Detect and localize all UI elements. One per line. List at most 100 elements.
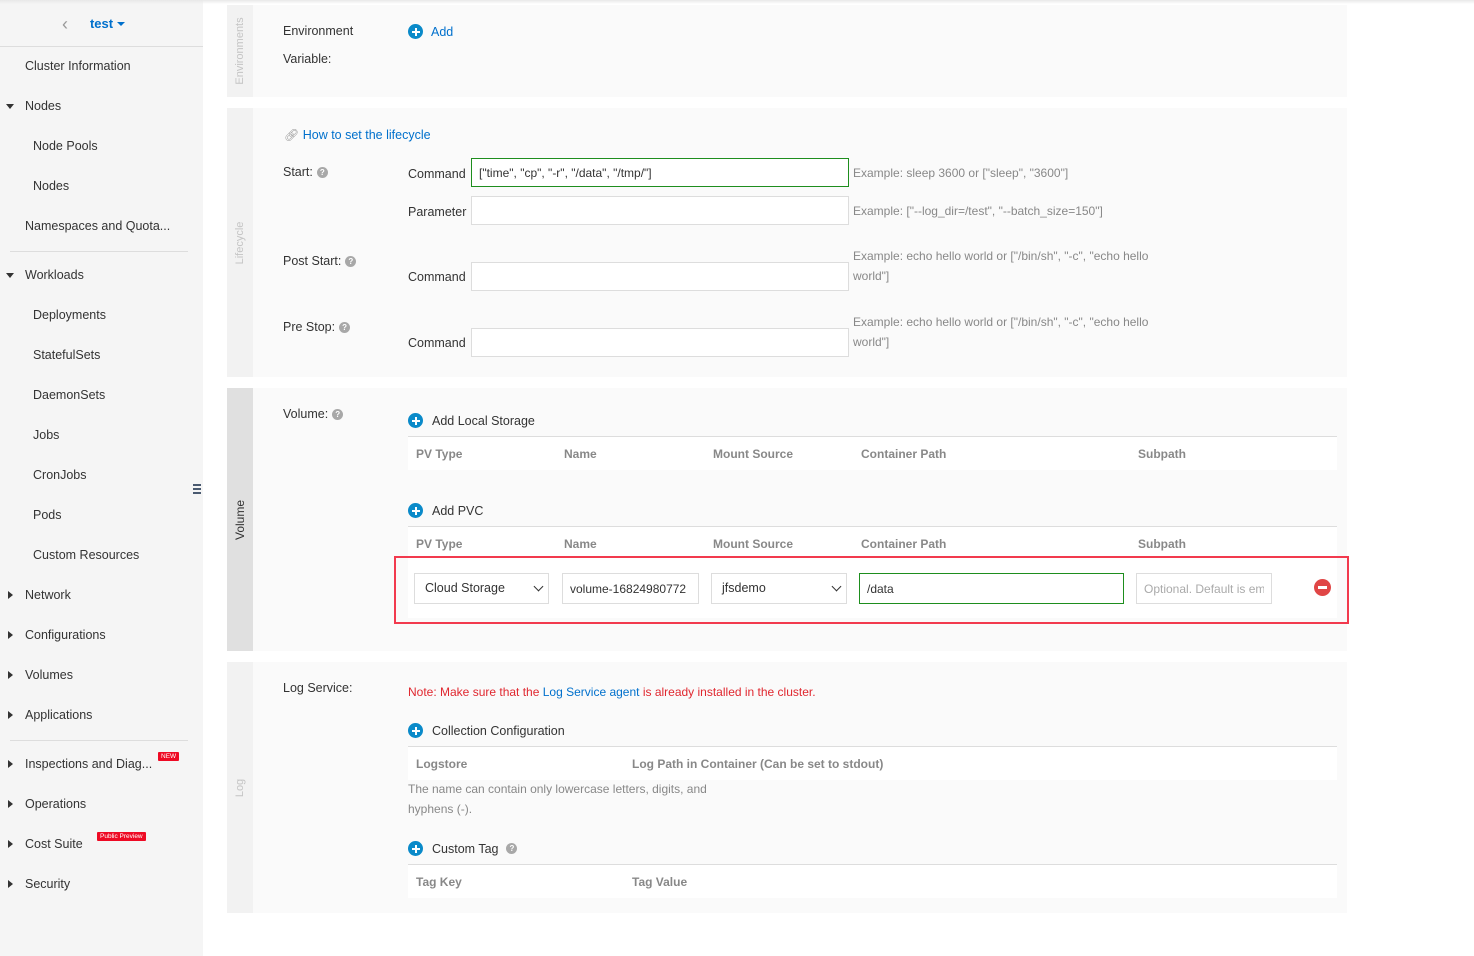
log-note-suffix: is already installed in the cluster. <box>639 685 816 699</box>
sidebar-item-volumes[interactable]: Volumes <box>25 668 73 682</box>
sidebar-item-nodes-group[interactable]: Nodes <box>25 99 61 113</box>
pre-stop-hint-2: world"] <box>853 335 890 349</box>
sidebar-item-cronjobs[interactable]: CronJobs <box>33 468 87 482</box>
add-pvc-button[interactable]: Add PVC <box>408 503 483 518</box>
caret-right-icon <box>8 760 13 768</box>
sidebar-divider <box>10 740 188 741</box>
post-start-label-text: Post Start: <box>283 254 342 268</box>
sidebar-item-operations[interactable]: Operations <box>25 797 86 811</box>
sidebar-item-jobs[interactable]: Jobs <box>33 428 59 442</box>
sidebar-item-security[interactable]: Security <box>25 877 70 891</box>
column-logstore: Logstore <box>416 757 468 771</box>
start-parameter-input[interactable] <box>471 196 849 225</box>
environment-variable-label-2: Variable: <box>283 52 332 66</box>
new-badge: NEW <box>158 752 180 761</box>
add-environment-variable-button[interactable]: Add <box>408 24 453 39</box>
collection-table-header: Logstore Log Path in Container (Can be s… <box>408 746 1337 780</box>
volume-label-text: Volume: <box>283 407 329 421</box>
post-start-command-input[interactable] <box>471 262 849 291</box>
collapse-sidebar-icon[interactable] <box>189 478 203 500</box>
help-icon[interactable]: ? <box>339 322 351 333</box>
environment-variable-label-1: Environment <box>283 24 354 38</box>
add-custom-tag-button[interactable]: Custom Tag ? <box>408 841 518 856</box>
lifecycle-help-link[interactable]: 🔗︎ How to set the lifecycle <box>284 128 431 142</box>
caret-right-icon <box>8 880 13 888</box>
sidebar-item-nodes[interactable]: Nodes <box>33 179 69 193</box>
log-service-agent-link[interactable]: Log Service agent <box>543 685 640 699</box>
sidebar-item-network[interactable]: Network <box>25 588 71 602</box>
plus-circle-icon <box>408 413 423 428</box>
top-shadow <box>0 0 1474 4</box>
back-chevron-icon[interactable]: ‹ <box>62 14 68 35</box>
caret-right-icon <box>8 711 13 719</box>
sidebar-item-applications[interactable]: Applications <box>25 708 92 722</box>
sidebar-item-configurations[interactable]: Configurations <box>25 628 106 642</box>
pre-stop-command-input[interactable] <box>471 328 849 357</box>
tag-table-header: Tag Key Tag Value <box>408 864 1337 898</box>
sidebar-item-statefulsets[interactable]: StatefulSets <box>33 348 100 362</box>
add-local-storage-label: Add Local Storage <box>432 413 535 428</box>
sidebar-item-daemonsets[interactable]: DaemonSets <box>33 388 105 402</box>
post-start-hint-1: Example: echo hello world or ["/bin/sh",… <box>853 249 1149 263</box>
volume-label: Volume:? <box>283 407 344 421</box>
plus-circle-icon <box>408 503 423 518</box>
volume-tab[interactable]: Volume <box>227 388 253 651</box>
help-icon[interactable]: ? <box>316 167 328 178</box>
column-name: Name <box>564 447 597 461</box>
sidebar-item-pods[interactable]: Pods <box>33 508 62 522</box>
pre-stop-command-label: Command <box>408 336 466 350</box>
help-icon[interactable]: ? <box>506 843 518 854</box>
help-icon[interactable]: ? <box>332 409 344 420</box>
column-pv-type: PV Type <box>416 537 463 551</box>
column-name: Name <box>564 537 597 551</box>
log-tab-label: Log <box>234 778 246 797</box>
start-parameter-hint: Example: ["--log_dir=/test", "--batch_si… <box>853 204 1103 218</box>
sidebar-item-cluster-information[interactable]: Cluster Information <box>25 59 131 73</box>
caret-right-icon <box>8 591 13 599</box>
log-note: Note: Make sure that the Log Service age… <box>408 685 816 699</box>
link-icon: 🔗︎ <box>284 128 300 142</box>
local-storage-table-header: PV Type Name Mount Source Container Path… <box>408 436 1337 470</box>
column-container-path: Container Path <box>861 537 947 551</box>
volume-tab-label: Volume <box>233 499 247 540</box>
log-tab[interactable]: Log <box>227 662 253 913</box>
column-mount-source: Mount Source <box>713 447 793 461</box>
start-parameter-label: Parameter <box>408 205 467 219</box>
caret-down-icon <box>6 104 14 109</box>
environments-tab[interactable]: Environments <box>227 5 253 97</box>
cluster-selector[interactable]: test <box>90 16 126 31</box>
sidebar-item-inspections[interactable]: Inspections and Diag... <box>25 757 152 771</box>
highlight-frame <box>394 556 1349 624</box>
sidebar-item-custom-resources[interactable]: Custom Resources <box>33 548 139 562</box>
column-log-path: Log Path in Container (Can be set to std… <box>632 757 884 771</box>
post-start-command-label: Command <box>408 270 466 284</box>
log-note-prefix: Note: Make sure that the <box>408 685 543 699</box>
plus-circle-icon <box>408 841 423 856</box>
add-local-storage-button[interactable]: Add Local Storage <box>408 413 535 428</box>
sidebar-item-cost-suite[interactable]: Cost Suite <box>25 837 83 851</box>
sidebar-item-namespaces[interactable]: Namespaces and Quota... <box>25 219 170 233</box>
post-start-label: Post Start:? <box>283 254 357 268</box>
environments-tab-label: Environments <box>234 17 246 85</box>
sidebar-item-workloads-group[interactable]: Workloads <box>25 268 84 282</box>
caret-down-icon <box>117 22 126 27</box>
start-command-input[interactable] <box>471 158 849 187</box>
sidebar-divider <box>10 251 188 252</box>
log-service-label: Log Service: <box>283 681 353 695</box>
plus-circle-icon <box>408 723 423 738</box>
column-tag-value: Tag Value <box>632 875 688 889</box>
column-tag-key: Tag Key <box>416 875 462 889</box>
lifecycle-tab-label: Lifecycle <box>234 221 246 264</box>
add-collection-config-button[interactable]: Collection Configuration <box>408 723 565 738</box>
add-label: Add <box>431 24 454 39</box>
help-icon[interactable]: ? <box>345 256 357 267</box>
start-command-hint: Example: sleep 3600 or ["sleep", "3600"] <box>853 166 1069 180</box>
pvc-table-header: PV Type Name Mount Source Container Path… <box>408 526 1337 560</box>
caret-down-icon <box>6 273 14 278</box>
sidebar-item-deployments[interactable]: Deployments <box>33 308 106 322</box>
sidebar-header: ‹ test <box>0 0 203 47</box>
collection-config-label: Collection Configuration <box>432 723 565 738</box>
column-mount-source: Mount Source <box>713 537 793 551</box>
lifecycle-tab[interactable]: Lifecycle <box>227 108 253 377</box>
sidebar-item-node-pools[interactable]: Node Pools <box>33 139 98 153</box>
